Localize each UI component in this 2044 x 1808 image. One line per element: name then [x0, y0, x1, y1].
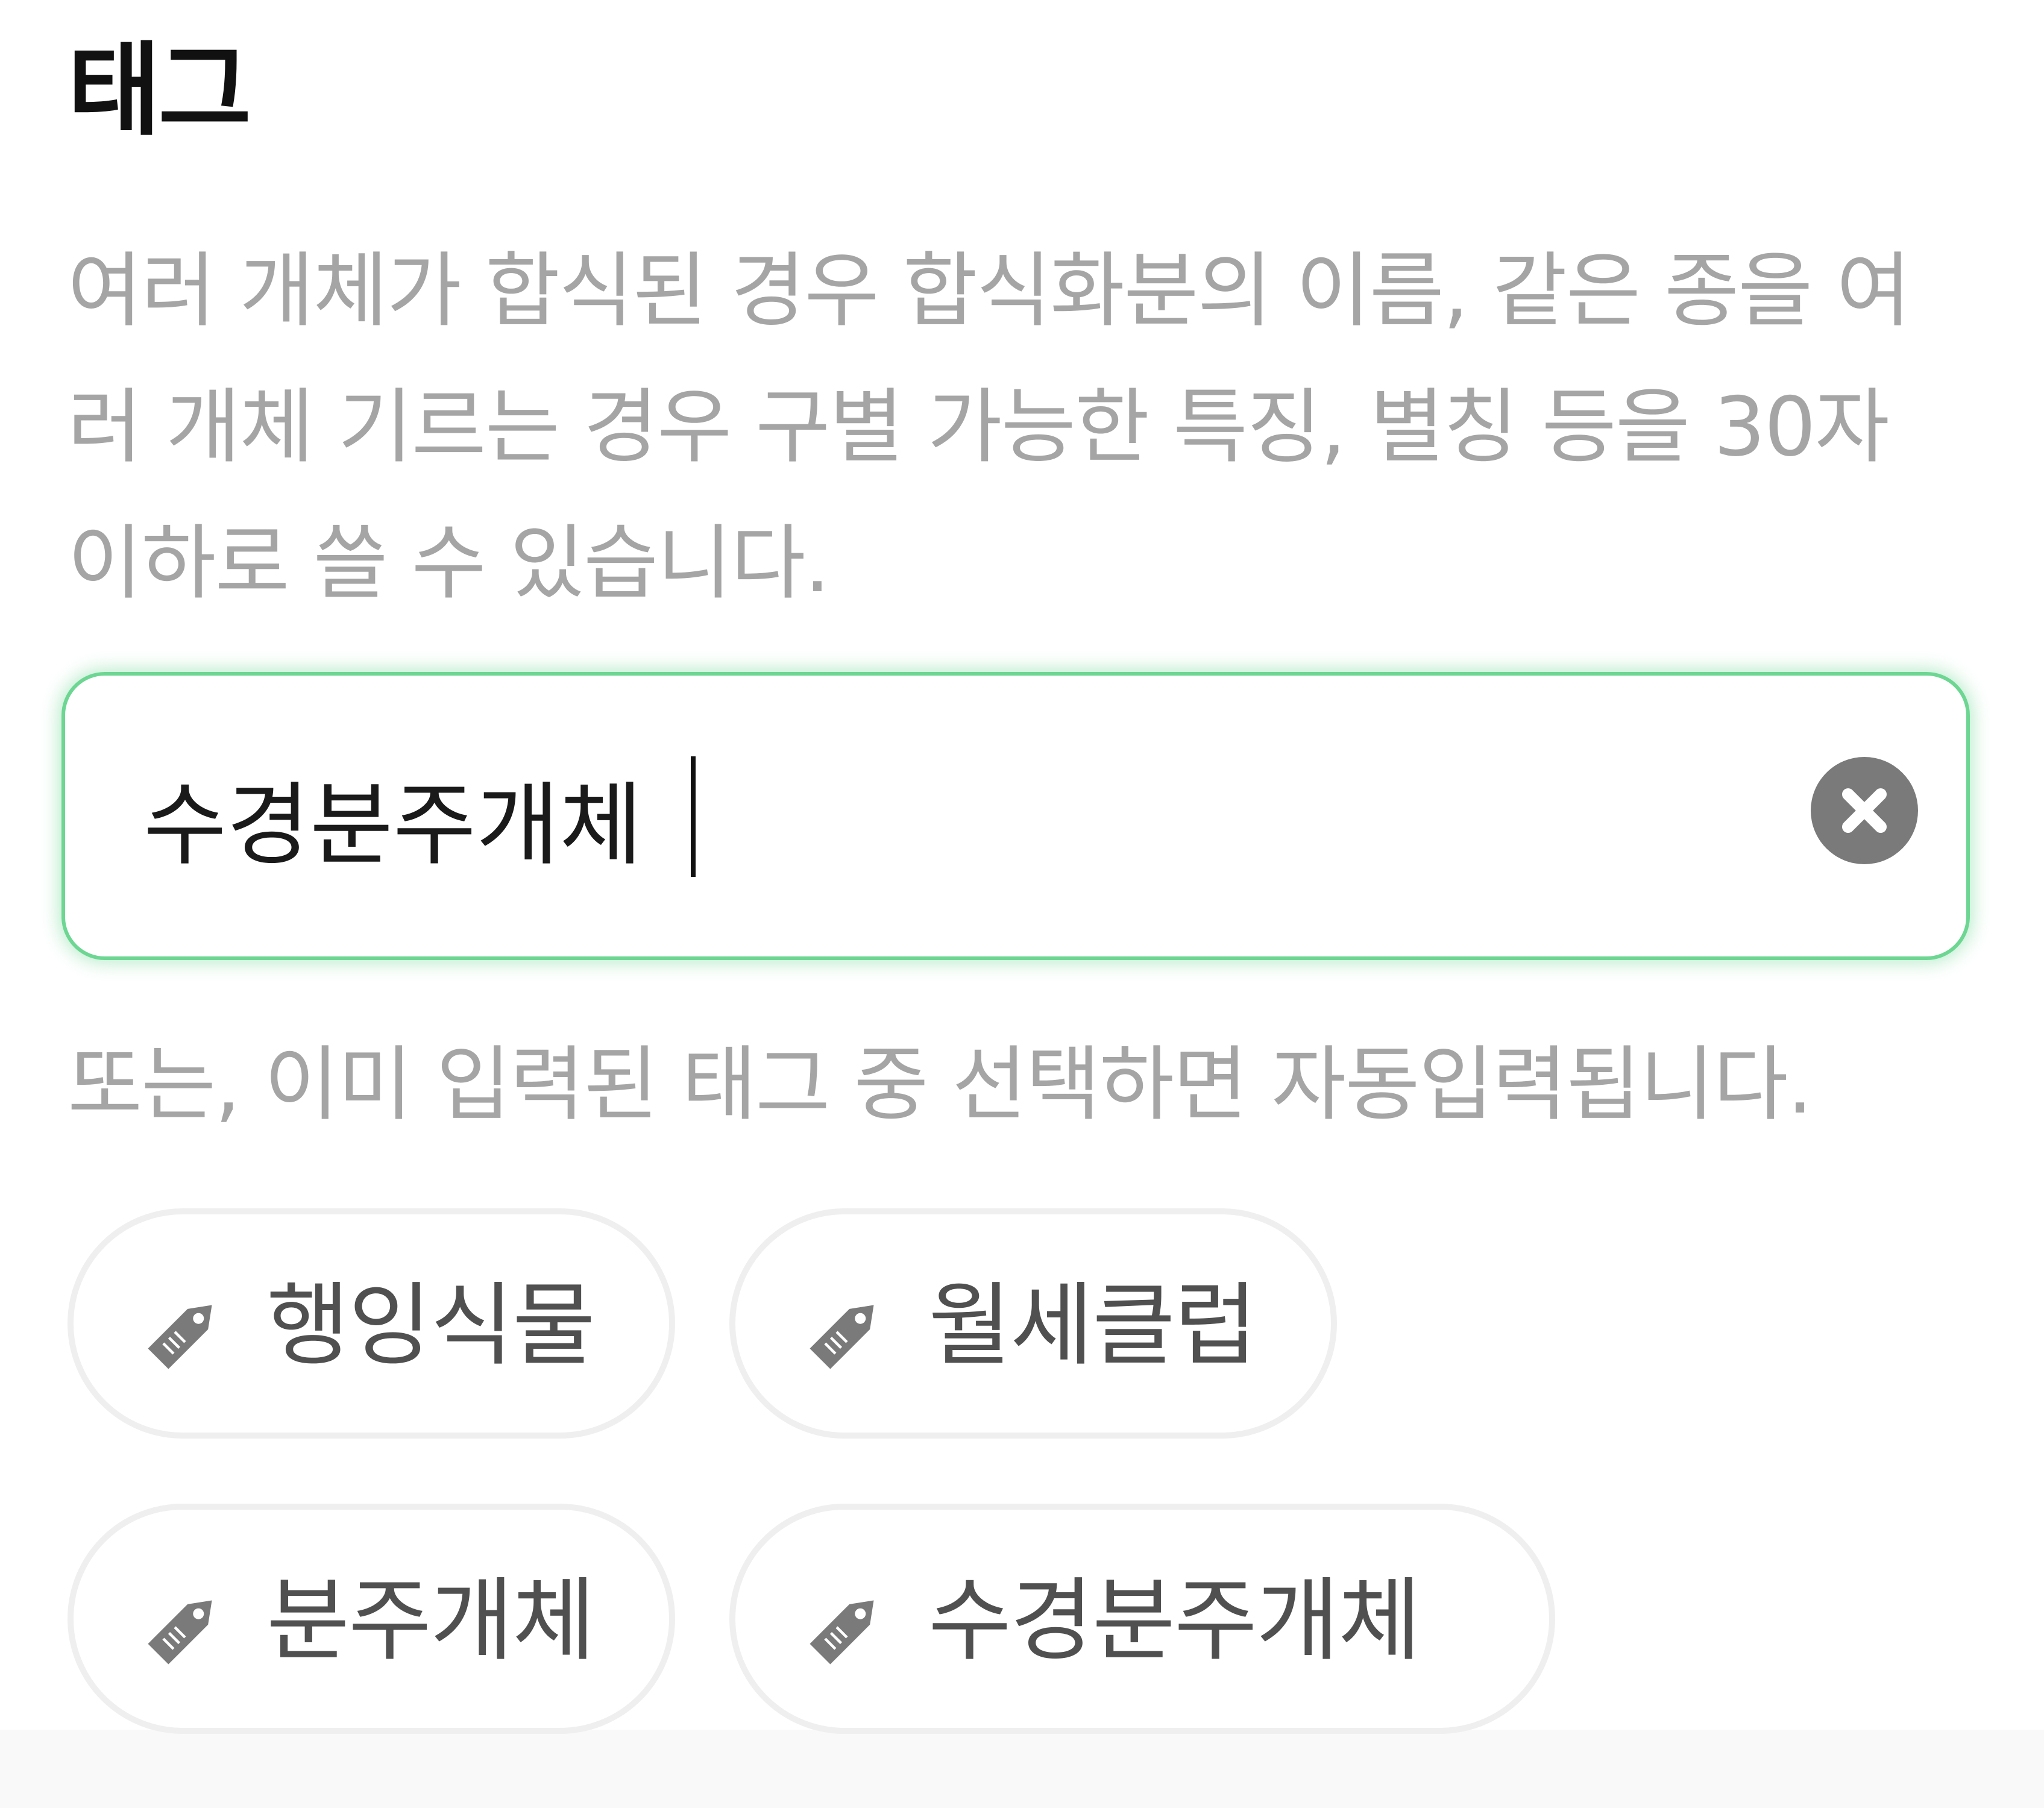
tag-chip-label: 분주개체 [266, 1569, 596, 1674]
tag-icon [148, 1305, 212, 1369]
tag-section: 태그 여러 개체가 합식된 경우 합식화분의 이름, 같은 종을 여러 개체 기… [0, 0, 2044, 1808]
tag-input-container [61, 672, 1970, 960]
tag-chip-hanging-plant[interactable]: 행잉식물 [68, 1208, 675, 1439]
tag-chip-label: 수경분주개체 [928, 1569, 1421, 1674]
tag-chip-label: 행잉식물 [266, 1273, 596, 1378]
bottom-shade [0, 1730, 2044, 1808]
tag-input[interactable] [143, 742, 1771, 893]
tag-chip-rent-club[interactable]: 월세클럽 [729, 1208, 1337, 1439]
tag-chip-division[interactable]: 분주개체 [68, 1504, 675, 1734]
text-cursor [691, 756, 696, 877]
section-description: 여러 개체가 합식된 경우 합식화분의 이름, 같은 종을 여러 개체 기르는 … [68, 243, 1911, 611]
tag-chip-label: 월세클럽 [928, 1273, 1257, 1378]
section-title: 태그 [68, 31, 251, 149]
clear-input-button[interactable] [1811, 757, 1918, 864]
close-icon [1842, 788, 1887, 833]
existing-tags-hint: 또는, 이미 입력된 태그 중 선택하면 자동입력됩니다. [68, 1037, 1813, 1132]
tag-icon [148, 1600, 212, 1665]
tag-chip-hydro-division[interactable]: 수경분주개체 [729, 1504, 1555, 1734]
tag-icon [810, 1305, 874, 1369]
tag-icon [810, 1600, 874, 1665]
